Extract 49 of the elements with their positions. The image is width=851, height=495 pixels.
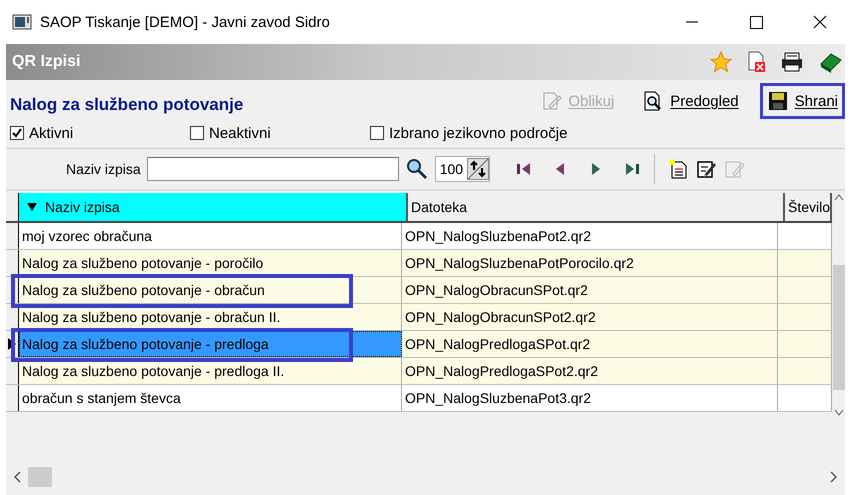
table-cell: OPN_NalogSluzbenaPot2.qr2 — [402, 223, 778, 249]
current-row-icon — [8, 338, 16, 350]
column-header[interactable]: Datoteka — [408, 193, 785, 221]
search-field[interactable] — [146, 157, 399, 181]
table-cell: OPN_NalogPredlogaSPot.qr2 — [402, 331, 778, 357]
search-icon[interactable] — [404, 157, 429, 181]
app-icon — [12, 14, 32, 30]
count-spinner[interactable]: 100 — [434, 156, 490, 182]
table-row[interactable]: moj vzorec obračuna OPN_NalogSluzbenaPot2.qr2 — [6, 223, 832, 250]
row-indicator[interactable] — [6, 250, 19, 276]
preview-button[interactable]: Predogled — [635, 83, 746, 119]
filter-checkbox[interactable]: Aktivni — [10, 124, 190, 142]
table-cell: OPN_NalogSluzbenaPot3.qr2 — [402, 385, 778, 411]
sort-descending-icon — [27, 203, 37, 211]
table-cell: Nalog za službeno potovanje - poročilo — [19, 250, 402, 276]
table-cell: OPN_NalogSluzbenaPotPorocilo.qr2 — [402, 250, 778, 276]
table-cell: OPN_NalogObracunSPot2.qr2 — [402, 304, 778, 330]
table-row[interactable]: Nalog za službeno potovanje - poročilo OPN_NalogSluzbenaPotPorocilo.qr2 — [6, 250, 832, 277]
row-indicator[interactable] — [6, 385, 19, 411]
scroll-thumb[interactable] — [28, 467, 52, 487]
row-indicator[interactable] — [6, 358, 19, 384]
table-cell: OPN_NalogObracunSPot.qr2 — [402, 277, 778, 303]
search-label: Naziv izpisa — [66, 161, 141, 177]
scroll-right-icon — [829, 471, 839, 483]
table-cell: moj vzorec obračuna — [19, 223, 402, 249]
form-title: Nalog za službeno potovanje — [10, 95, 244, 115]
star-icon[interactable] — [709, 50, 733, 74]
vertical-scrollbar[interactable] — [832, 193, 845, 417]
new-document-icon[interactable] — [667, 158, 690, 180]
table-cell: OPN_NalogPredlogaSPot2.qr2 — [402, 358, 778, 384]
filter-checkbox[interactable]: Neaktivni — [190, 124, 370, 142]
printer-icon[interactable] — [779, 50, 805, 74]
sort-arrows-icon — [467, 158, 490, 180]
checkmark-icon — [11, 127, 23, 139]
filter-checkbox[interactable]: Izbrano jezikovno področje — [370, 124, 568, 142]
table-cell: Nalog za sluzbeno potovanje - predloga II. — [19, 358, 402, 384]
row-indicator[interactable] — [6, 223, 19, 249]
column-header[interactable]: Naziv izpisa — [19, 193, 408, 221]
table-row[interactable]: obračun s stanjem števca OPN_NalogSluzbenaPot3.qr2 — [6, 385, 832, 412]
table-cell: Nalog za službeno potovanje - obračun II. — [19, 304, 402, 330]
window-title: SAOP Tiskanje [DEMO] - Javni zavod Sidro — [40, 14, 330, 30]
table-cell: obračun s stanjem števca — [19, 385, 402, 411]
table-row[interactable]: Nalog za sluzbeno potovanje - predloga II. OPN_NalogPredlogaSPot2.qr2 — [6, 358, 832, 385]
scroll-down-icon — [834, 409, 844, 417]
header-title: QR Izpisi — [11, 53, 80, 71]
scroll-up-icon — [834, 193, 844, 201]
save-button[interactable]: Shrani — [760, 83, 845, 119]
scroll-left-icon — [12, 471, 22, 483]
scroll-thumb[interactable] — [832, 265, 845, 390]
